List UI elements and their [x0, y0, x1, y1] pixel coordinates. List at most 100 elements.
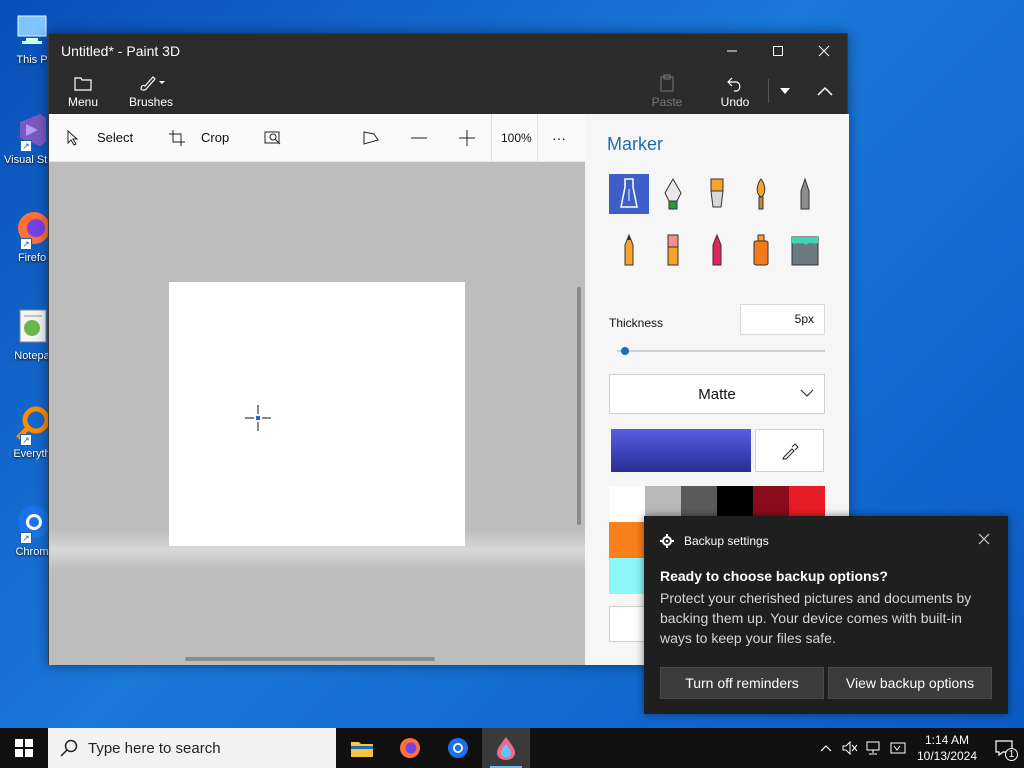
- maximize-button[interactable]: [755, 34, 801, 67]
- taskbar-chrome[interactable]: [434, 728, 482, 768]
- brushes-button[interactable]: Brushes: [127, 67, 175, 114]
- volume-button[interactable]: [838, 728, 862, 768]
- title-bar[interactable]: Untitled* - Paint 3D: [49, 34, 847, 67]
- brush-oil[interactable]: [697, 174, 737, 214]
- chevron-up-icon: [817, 86, 833, 96]
- brush-pixel-pen[interactable]: [785, 174, 825, 214]
- undo-button[interactable]: Undo: [715, 67, 755, 114]
- brush-fill[interactable]: [785, 230, 825, 270]
- menu-button[interactable]: Menu: [61, 67, 105, 114]
- file-explorer-icon: [351, 742, 373, 757]
- eraser-icon: [667, 234, 679, 266]
- turn-off-reminders-button[interactable]: Turn off reminders: [660, 667, 824, 699]
- taskbar-clock[interactable]: 1:14 AM 10/13/2024: [910, 732, 984, 764]
- gear-icon: [660, 534, 674, 548]
- search-icon: [60, 739, 78, 757]
- toast-close-button[interactable]: [978, 532, 990, 550]
- brush-crayon[interactable]: [697, 230, 737, 270]
- thickness-input[interactable]: 5px: [740, 304, 825, 335]
- view-backup-options-button[interactable]: View backup options: [828, 667, 992, 699]
- magic-select-tool[interactable]: [263, 114, 283, 162]
- network-button[interactable]: [862, 728, 886, 768]
- brush-spray-can[interactable]: [741, 230, 781, 270]
- close-button[interactable]: [801, 34, 847, 67]
- brush-calligraphy-pen[interactable]: [653, 174, 693, 214]
- start-button[interactable]: [0, 728, 48, 768]
- pixel-pen-icon: [800, 177, 810, 210]
- crayon-icon: [712, 233, 722, 266]
- magic-select-icon: [263, 128, 283, 148]
- undo-history-dropdown[interactable]: [771, 67, 799, 114]
- brush-marker[interactable]: [609, 174, 649, 214]
- thickness-slider-handle[interactable]: [621, 347, 629, 355]
- taskbar-file-explorer[interactable]: [338, 728, 386, 768]
- pencil-icon: [624, 233, 634, 266]
- canvas-toolbar: Select Crop 100% ···: [49, 114, 585, 162]
- network-icon: [866, 741, 880, 755]
- keyboard-icon: [890, 742, 906, 754]
- notepad-icon: [12, 306, 52, 346]
- crop-tool[interactable]: Crop: [167, 114, 229, 162]
- taskbar-search-box[interactable]: Type here to search: [48, 728, 336, 768]
- current-color-swatch[interactable]: [611, 429, 751, 472]
- chevron-down-icon: [800, 389, 814, 397]
- watercolor-icon: [756, 178, 766, 210]
- zoom-in-button[interactable]: [457, 114, 477, 162]
- finish-dropdown[interactable]: Matte: [609, 374, 825, 414]
- crop-label: Crop: [201, 130, 230, 145]
- ribbon: Menu Brushes Paste Undo: [49, 67, 847, 114]
- select-tool[interactable]: Select: [63, 114, 133, 162]
- input-indicator-button[interactable]: [886, 728, 910, 768]
- taskbar-firefox[interactable]: [386, 728, 434, 768]
- undo-label: Undo: [720, 94, 750, 109]
- eyedropper-button[interactable]: [755, 429, 824, 472]
- close-icon: [818, 45, 830, 56]
- show-hidden-icons-button[interactable]: [814, 728, 838, 768]
- color-swatch[interactable]: [609, 558, 645, 594]
- collapse-ribbon-button[interactable]: [809, 67, 841, 114]
- notification-count-badge: 1: [1005, 748, 1018, 761]
- menu-label: Menu: [67, 94, 99, 109]
- spray-can-icon: [753, 234, 769, 266]
- folder-icon: [74, 73, 92, 93]
- window-title: Untitled* - Paint 3D: [61, 42, 181, 59]
- 3d-view-icon: [361, 128, 381, 148]
- everything-search-icon: ↗: [12, 404, 52, 446]
- brush-pencil[interactable]: [609, 230, 649, 270]
- toast-heading: Ready to choose backup options?: [660, 568, 888, 584]
- paint3d-icon: [497, 737, 515, 760]
- maximize-icon: [773, 45, 783, 56]
- brush-icon: [137, 73, 165, 93]
- taskbar-paint3d[interactable]: [482, 728, 530, 768]
- calligraphy-pen-icon: [664, 177, 682, 210]
- select-label: Select: [97, 130, 134, 145]
- color-swatch[interactable]: [609, 522, 645, 558]
- zoom-out-button[interactable]: [409, 114, 429, 162]
- panel-title: Marker: [607, 134, 664, 154]
- toast-header: Backup settings: [660, 534, 769, 548]
- toolbar-divider: [537, 114, 538, 162]
- more-options-button[interactable]: ···: [552, 114, 566, 162]
- action-center-button[interactable]: 1: [984, 728, 1024, 768]
- vertical-scrollbar[interactable]: [577, 287, 581, 525]
- backup-toast: Backup settings Ready to choose backup o…: [644, 516, 1008, 714]
- windows-logo-icon: [15, 739, 33, 757]
- marker-icon: [620, 178, 638, 208]
- thickness-slider[interactable]: [617, 347, 825, 355]
- clipboard-icon: [659, 73, 675, 93]
- brush-eraser[interactable]: [653, 230, 693, 270]
- zoom-level[interactable]: 100%: [501, 114, 532, 162]
- toolbar-divider: [491, 114, 492, 162]
- canvas-workspace[interactable]: [49, 162, 585, 665]
- view-3d-toggle[interactable]: [361, 114, 381, 162]
- paste-button[interactable]: Paste: [647, 67, 687, 114]
- minimize-button[interactable]: [709, 34, 755, 67]
- drawing-canvas[interactable]: [169, 282, 465, 546]
- ribbon-divider: [768, 79, 769, 103]
- cursor-arrow-icon: [63, 128, 83, 148]
- close-icon: [978, 533, 990, 545]
- toast-body: Protect your cherished pictures and docu…: [660, 590, 972, 646]
- horizontal-scrollbar[interactable]: [185, 657, 435, 661]
- color-swatch[interactable]: [609, 486, 645, 522]
- brush-watercolor[interactable]: [741, 174, 781, 214]
